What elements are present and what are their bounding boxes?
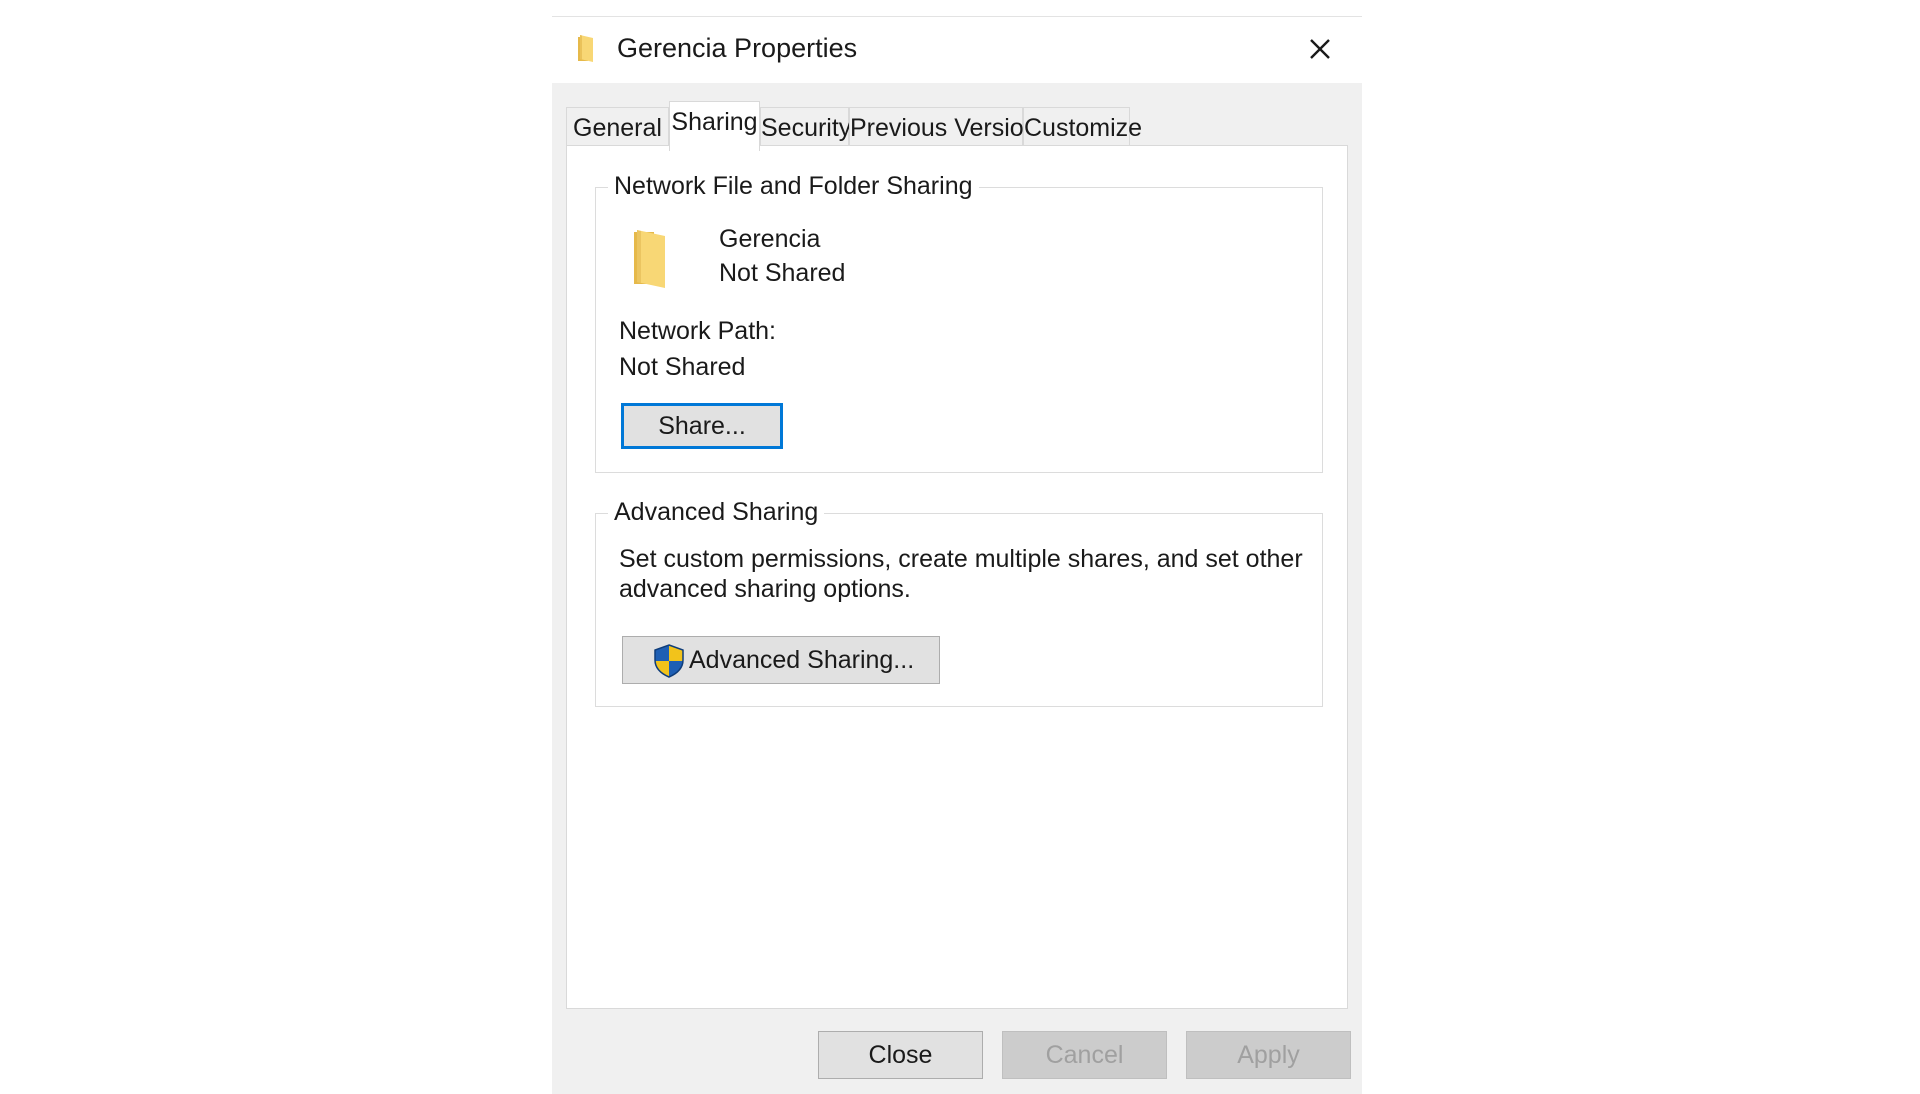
advanced-sharing-group-label: Advanced Sharing xyxy=(608,494,825,530)
folder-icon xyxy=(634,230,665,288)
folder-icon xyxy=(578,35,593,62)
advanced-sharing-button[interactable]: Advanced Sharing... xyxy=(622,636,940,684)
apply-button[interactable]: Apply xyxy=(1186,1031,1351,1079)
tab-sharing[interactable]: Sharing xyxy=(669,101,760,151)
advanced-sharing-group: Advanced Sharing Set custom permissions,… xyxy=(595,494,1323,707)
properties-dialog: Gerencia Properties General Sharing Secu… xyxy=(552,16,1362,1094)
close-button[interactable]: Close xyxy=(818,1031,983,1079)
network-path-value: Not Shared xyxy=(619,353,746,381)
tab-customize[interactable]: Customize xyxy=(1023,107,1142,149)
advanced-sharing-description-line-2: advanced sharing options. xyxy=(619,575,911,603)
advanced-sharing-button-label: Advanced Sharing... xyxy=(689,646,915,674)
tab-general[interactable]: General xyxy=(566,107,669,149)
window-title: Gerencia Properties xyxy=(617,33,858,63)
folder-name: Gerencia xyxy=(719,225,821,253)
uac-shield-icon xyxy=(654,644,684,678)
sharing-tab-panel: Network File and Folder Sharing Gerencia… xyxy=(566,145,1348,1009)
share-button[interactable]: Share... xyxy=(621,403,783,449)
network-sharing-group: Network File and Folder Sharing Gerencia… xyxy=(595,168,1323,473)
tab-security[interactable]: Security xyxy=(760,107,851,149)
close-icon[interactable] xyxy=(1296,25,1344,73)
title-bar: Gerencia Properties xyxy=(552,17,1362,83)
advanced-sharing-description-line-1: Set custom permissions, create multiple … xyxy=(619,545,1303,573)
network-path-label: Network Path: xyxy=(619,317,777,345)
tab-previous-versions[interactable]: Previous Versions xyxy=(849,107,1050,149)
folder-share-status: Not Shared xyxy=(719,259,846,287)
cancel-button[interactable]: Cancel xyxy=(1002,1031,1167,1079)
network-sharing-group-label: Network File and Folder Sharing xyxy=(608,168,979,204)
